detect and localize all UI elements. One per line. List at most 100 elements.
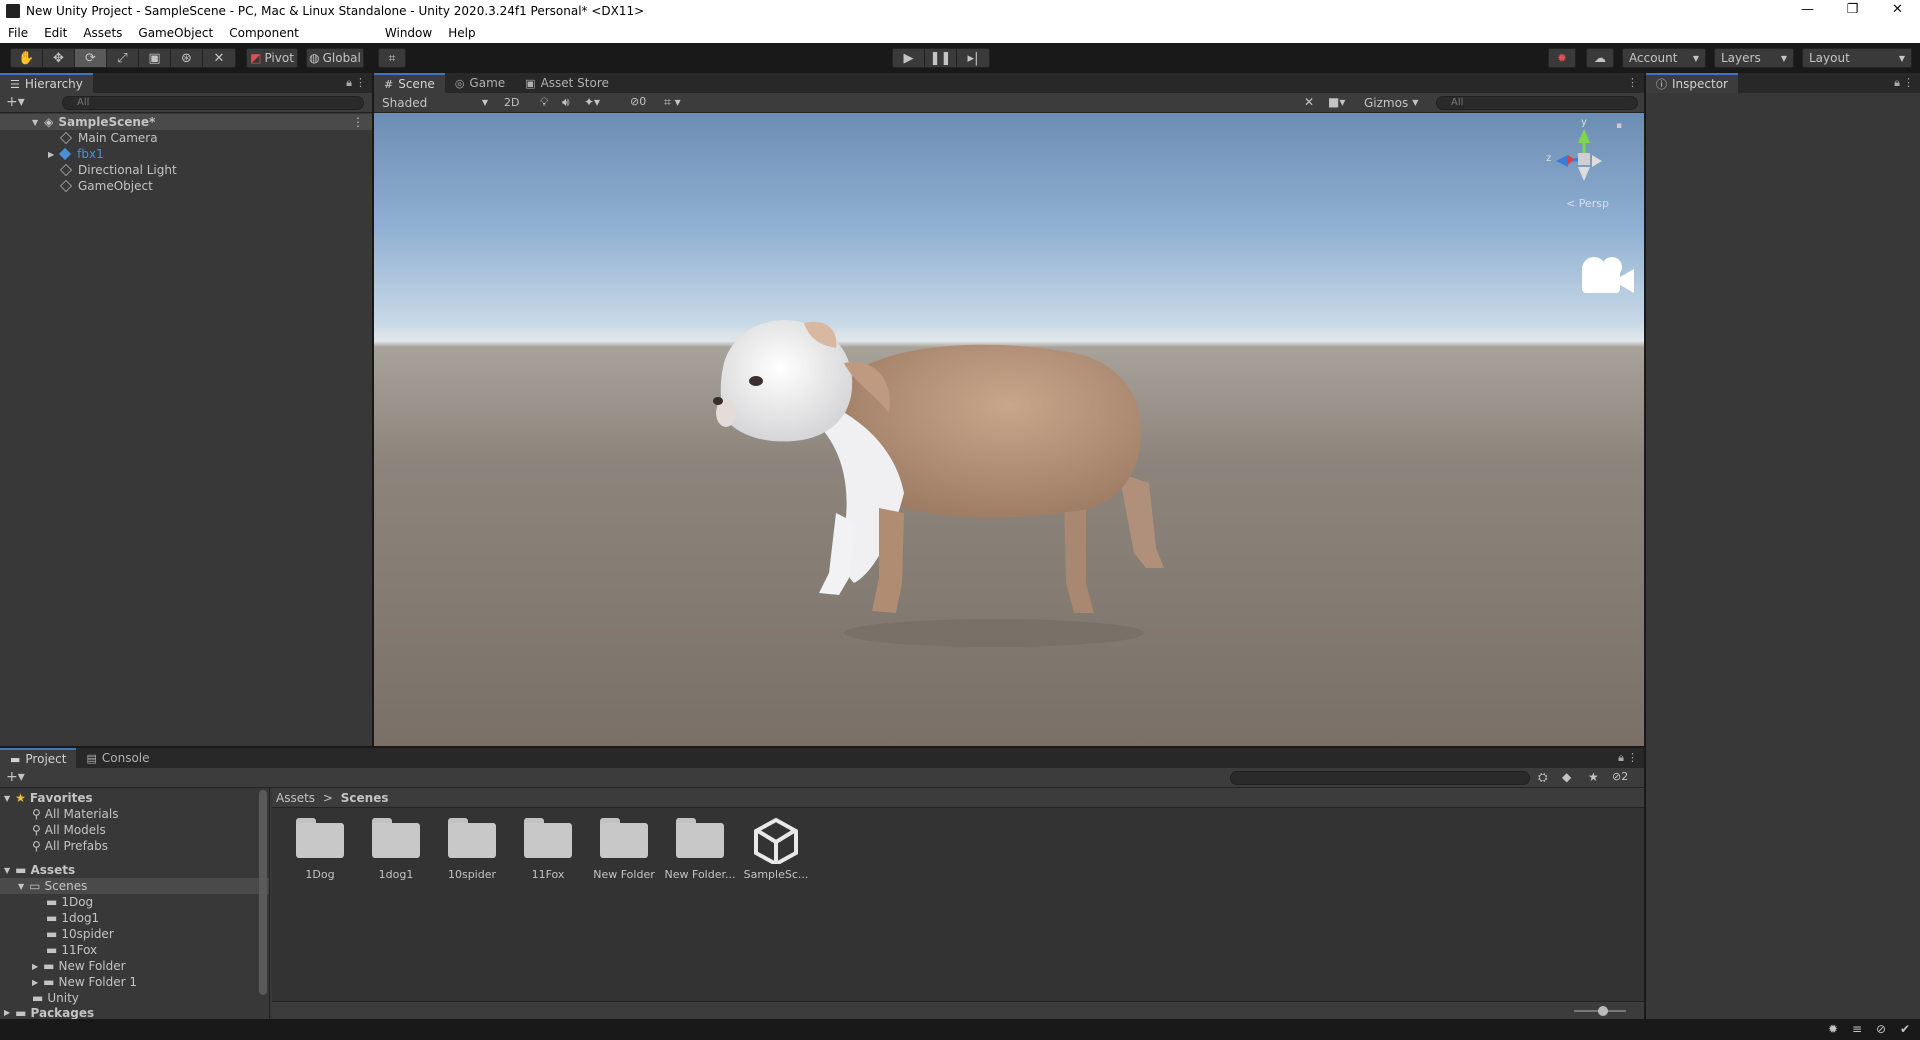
layout-dropdown[interactable]: Layout ▼ <box>1802 48 1912 68</box>
favorite-item[interactable]: ⚲ All Models <box>0 822 269 838</box>
lock-icon[interactable]: 🔒︎ <box>1618 751 1624 765</box>
move-tool-icon[interactable]: ✥ <box>43 49 75 67</box>
more-options-icon[interactable]: ⋮ <box>355 76 366 89</box>
camera-gizmo-icon[interactable] <box>1576 253 1636 301</box>
favorite-item[interactable]: ⚲ All Prefabs <box>0 838 269 854</box>
folder-row[interactable]: ▬ 10spider <box>0 926 269 942</box>
effects-dropdown-icon[interactable]: ✦▾ <box>584 95 600 109</box>
folder-row[interactable]: ▬ 1Dog <box>0 894 269 910</box>
add-button[interactable]: +▾ <box>6 94 25 110</box>
collab-button[interactable]: ✹ <box>1548 48 1576 68</box>
packages-row[interactable]: ▶ ▬ Packages <box>0 1006 269 1019</box>
hierarchy-item[interactable]: Main Camera <box>0 130 372 146</box>
scene-viewport[interactable]: y z ▪ < Persp <box>374 113 1644 746</box>
folder-row[interactable]: ▬ Unity <box>0 990 269 1006</box>
breadcrumb-assets[interactable]: Assets <box>276 791 315 805</box>
menu-window[interactable]: Window <box>377 26 440 40</box>
more-options-icon[interactable]: ⋮ <box>1627 76 1638 89</box>
step-button[interactable]: ▸| <box>957 49 989 67</box>
tab-game[interactable]: ◎ Game <box>445 73 515 93</box>
assets-row[interactable]: ▼ ▬ Assets <box>0 862 269 878</box>
menu-help[interactable]: Help <box>440 26 483 40</box>
create-asset-button[interactable]: +▾ <box>6 769 25 785</box>
asset-folder[interactable]: 1Dog <box>282 818 358 881</box>
menu-edit[interactable]: Edit <box>36 26 75 40</box>
shading-mode-dropdown[interactable]: Shaded ▼ <box>376 94 494 111</box>
more-options-icon[interactable]: ⋮ <box>1903 76 1914 89</box>
pause-button[interactable]: ❚❚ <box>925 49 957 67</box>
tab-asset-store[interactable]: ▣ Asset Store <box>515 73 619 93</box>
scenes-folder-row[interactable]: ▼ ▭ Scenes <box>0 878 269 894</box>
check-icon[interactable]: ✔ <box>1900 1022 1910 1036</box>
tab-console[interactable]: ▤ Console <box>76 748 159 768</box>
cloud-button[interactable]: ☁ <box>1586 48 1614 68</box>
grid-visibility-icon[interactable]: ⌗ ▾ <box>664 95 681 110</box>
tab-scene[interactable]: # Scene <box>374 73 445 93</box>
projection-label[interactable]: < Persp <box>1566 197 1609 210</box>
favorites-row[interactable]: ▼ ★ Favorites <box>0 790 269 806</box>
favorites-star-icon[interactable]: ★ <box>1588 770 1599 784</box>
lock-icon[interactable]: 🔒︎ <box>346 76 352 90</box>
menu-component[interactable]: Component <box>221 26 307 40</box>
hierarchy-item[interactable]: ▶ fbx1 <box>0 146 372 162</box>
search-by-type-icon[interactable]: ⛭ <box>1538 770 1548 785</box>
layers-dropdown[interactable]: Layers ▼ <box>1714 48 1794 68</box>
menu-gameobject[interactable]: GameObject <box>130 26 221 40</box>
more-options-icon[interactable]: ⋮ <box>352 115 364 129</box>
scale-tool-icon[interactable]: ⤢ <box>107 49 139 67</box>
hidden-packages-icon[interactable]: ⊘2 <box>1612 770 1628 783</box>
grid-snap-button[interactable]: ⌗ <box>378 48 406 68</box>
tab-inspector[interactable]: ⓘ Inspector <box>1646 73 1738 93</box>
play-button[interactable]: ▶ <box>893 49 925 67</box>
asset-folder[interactable]: New Folder... <box>662 818 738 881</box>
scene-search-input[interactable]: All <box>1436 96 1638 110</box>
orientation-gizmo[interactable]: y z ▪ < Persp <box>1544 117 1624 211</box>
lock-icon[interactable]: 🔒︎ <box>1894 76 1900 90</box>
transform-tool-icon[interactable]: ⊛ <box>171 49 203 67</box>
audio-toggle-icon[interactable]: 🔊︎ <box>562 95 570 110</box>
tools-icon[interactable]: ✕ <box>1304 95 1314 109</box>
zoom-slider-handle[interactable] <box>1598 1006 1608 1016</box>
close-button[interactable]: ✕ <box>1875 0 1920 22</box>
asset-folder[interactable]: 10spider <box>434 818 510 881</box>
stack-icon[interactable]: ≡ <box>1852 1022 1862 1036</box>
account-dropdown[interactable]: Account ▼ <box>1622 48 1706 68</box>
folder-row[interactable]: ▬ 11Fox <box>0 942 269 958</box>
folder-row[interactable]: ▬ 1dog1 <box>0 910 269 926</box>
more-options-icon[interactable]: ⋮ <box>1627 751 1638 764</box>
asset-folder[interactable]: 11Fox <box>510 818 586 881</box>
hierarchy-search-input[interactable]: All <box>62 96 364 110</box>
hidden-objects-icon[interactable]: ⊘0 <box>630 95 646 108</box>
maximize-button[interactable]: ❐ <box>1830 0 1875 22</box>
favorite-item[interactable]: ⚲ All Materials <box>0 806 269 822</box>
bug-icon[interactable]: ✹ <box>1828 1022 1838 1036</box>
menu-file[interactable]: File <box>0 26 36 40</box>
tab-project[interactable]: ▬ Project <box>0 748 77 768</box>
toggle-2d-button[interactable]: 2D <box>504 96 519 109</box>
pivot-toggle[interactable]: ◩ Pivot <box>246 48 298 68</box>
minimize-button[interactable]: — <box>1785 0 1830 22</box>
rect-tool-icon[interactable]: ▣ <box>139 49 171 67</box>
hand-tool-icon[interactable]: ✋ <box>11 49 43 67</box>
folder-row[interactable]: ▶ ▬ New Folder <box>0 958 269 974</box>
breadcrumb-scenes[interactable]: Scenes <box>341 791 389 805</box>
camera-settings-icon[interactable]: ■▾ <box>1328 95 1345 109</box>
bulldog-model[interactable] <box>374 113 1644 746</box>
hierarchy-item[interactable]: GameObject <box>0 178 372 194</box>
lock-icon[interactable]: ▪ <box>1616 121 1622 131</box>
scene-root-row[interactable]: ▼ ◈ SampleScene* ⋮ <box>0 114 372 130</box>
lighting-toggle-icon[interactable]: 💡︎ <box>540 95 548 110</box>
asset-scene[interactable]: SampleSc... <box>738 818 814 881</box>
custom-tool-icon[interactable]: ✕ <box>203 49 235 67</box>
project-search-input[interactable] <box>1230 771 1530 785</box>
menu-assets[interactable]: Assets <box>75 26 130 40</box>
folder-row[interactable]: ▶ ▬ New Folder 1 <box>0 974 269 990</box>
rotate-tool-icon[interactable]: ⟳ <box>75 49 107 67</box>
no-entry-icon[interactable]: ⊘ <box>1876 1022 1886 1036</box>
gizmos-dropdown[interactable]: Gizmos ▼ <box>1358 94 1418 111</box>
asset-folder[interactable]: New Folder <box>586 818 662 881</box>
global-toggle[interactable]: ◍ Global <box>306 48 364 68</box>
hierarchy-item[interactable]: Directional Light <box>0 162 372 178</box>
search-by-label-icon[interactable]: ◆ <box>1562 770 1571 784</box>
asset-folder[interactable]: 1dog1 <box>358 818 434 881</box>
